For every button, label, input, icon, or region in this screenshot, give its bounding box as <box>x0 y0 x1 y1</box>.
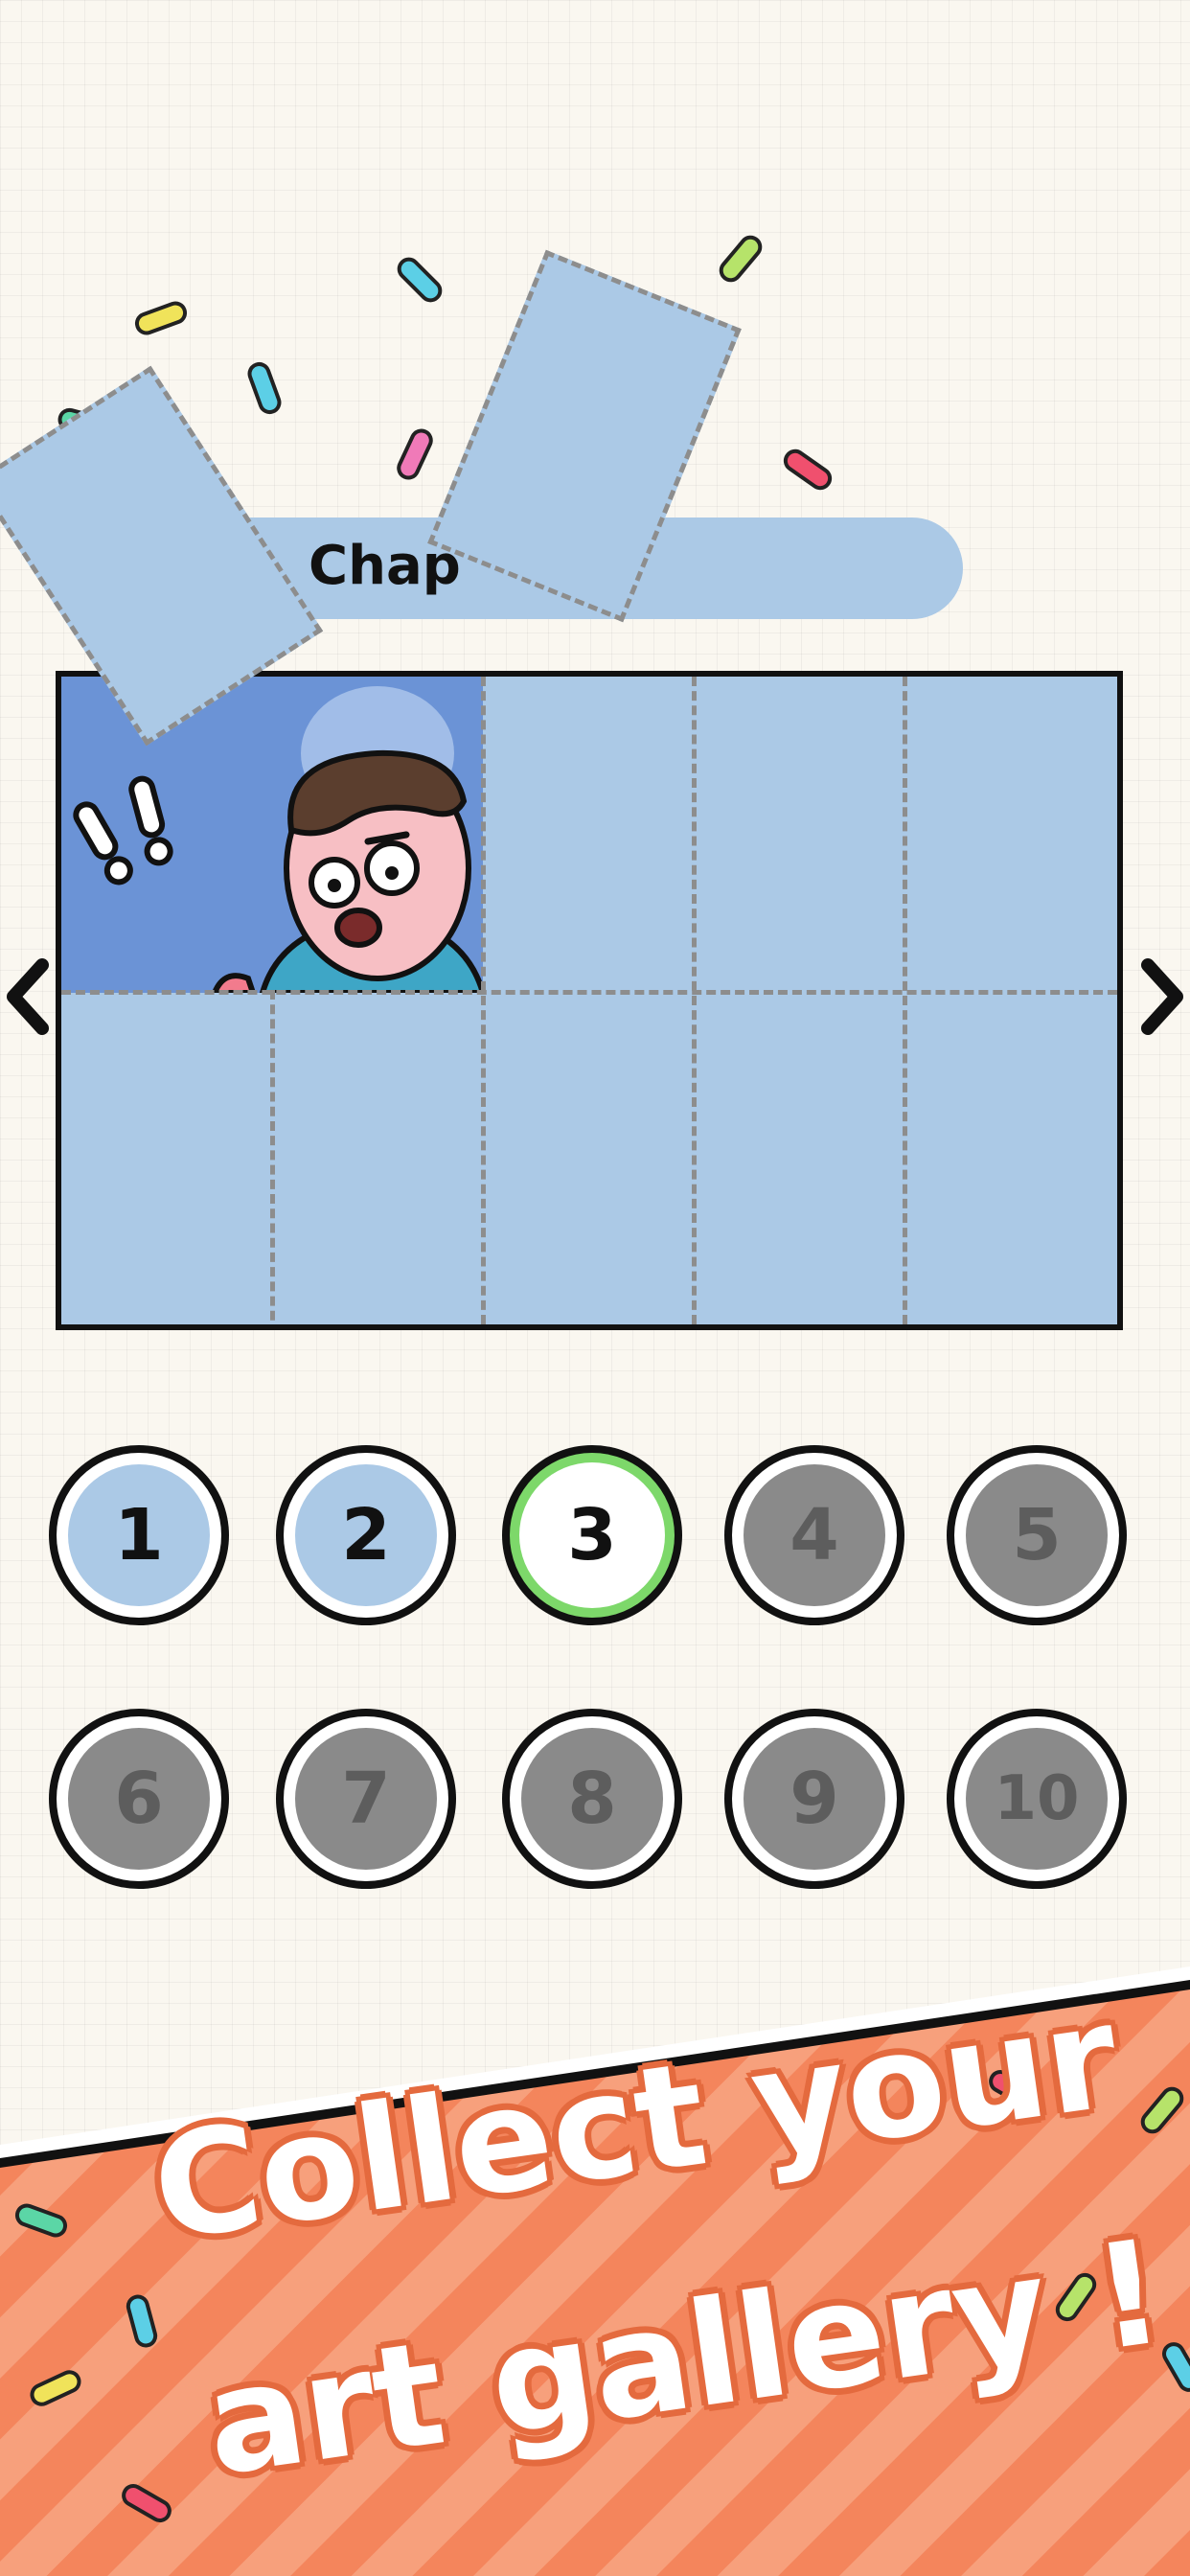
level-ring: 5 <box>954 1453 1119 1618</box>
level-number: 5 <box>966 1464 1108 1606</box>
level-ring: 10 <box>954 1716 1119 1881</box>
level-ring: 8 <box>510 1716 675 1881</box>
level-button-9[interactable]: 9 <box>724 1709 904 1889</box>
level-button-1[interactable]: 1 <box>49 1445 229 1625</box>
puzzle-board <box>56 671 1123 1330</box>
confetti-piece <box>392 252 447 308</box>
level-ring: 1 <box>57 1453 221 1618</box>
level-number: 4 <box>744 1464 885 1606</box>
level-ring: 9 <box>732 1716 897 1881</box>
confetti-piece <box>393 425 437 484</box>
piece-divider <box>61 990 1117 995</box>
level-ring: 6 <box>57 1716 221 1881</box>
confetti-piece <box>117 2479 176 2527</box>
level-button-7[interactable]: 7 <box>276 1709 456 1889</box>
confetti-piece <box>714 230 767 288</box>
level-number: 7 <box>295 1728 437 1870</box>
level-number: 2 <box>295 1464 437 1606</box>
level-ring: 7 <box>284 1716 448 1881</box>
confetti-piece <box>131 298 191 338</box>
revealed-puzzle-piece <box>61 677 483 993</box>
level-number: 1 <box>68 1464 210 1606</box>
level-ring: 4 <box>732 1453 897 1618</box>
next-chapter-button[interactable] <box>1133 954 1190 1040</box>
previous-chapter-button[interactable] <box>0 954 57 1040</box>
chevron-right-icon <box>1141 958 1183 1035</box>
comic-character-illustration <box>61 677 483 993</box>
level-ring: 3 <box>510 1453 675 1618</box>
level-button-3[interactable]: 3 <box>502 1445 682 1625</box>
level-button-2[interactable]: 2 <box>276 1445 456 1625</box>
level-number: 3 <box>519 1462 665 1608</box>
level-number: 6 <box>68 1728 210 1870</box>
piece-divider <box>903 677 907 1324</box>
confetti-piece <box>124 2291 160 2351</box>
chevron-left-icon <box>7 958 49 1035</box>
confetti-piece <box>244 358 285 418</box>
level-button-6[interactable]: 6 <box>49 1709 229 1889</box>
banner-headline-line-2: art gallery ! <box>196 2209 1174 2509</box>
level-number: 8 <box>521 1728 663 1870</box>
banner-headline-line-1: Collect your <box>144 1973 1128 2274</box>
level-ring: 2 <box>284 1453 448 1618</box>
confetti-piece <box>779 445 836 494</box>
level-button-8[interactable]: 8 <box>502 1709 682 1889</box>
level-button-10[interactable]: 10 <box>947 1709 1127 1889</box>
piece-divider <box>270 990 275 1324</box>
confetti-piece <box>11 2200 71 2241</box>
piece-divider <box>481 677 486 1324</box>
level-button-4[interactable]: 4 <box>724 1445 904 1625</box>
level-number: 9 <box>744 1728 885 1870</box>
confetti-piece <box>1135 2082 1189 2139</box>
level-button-5[interactable]: 5 <box>947 1445 1127 1625</box>
level-number: 10 <box>966 1728 1108 1870</box>
confetti-piece <box>26 2366 85 2410</box>
piece-divider <box>692 677 697 1324</box>
